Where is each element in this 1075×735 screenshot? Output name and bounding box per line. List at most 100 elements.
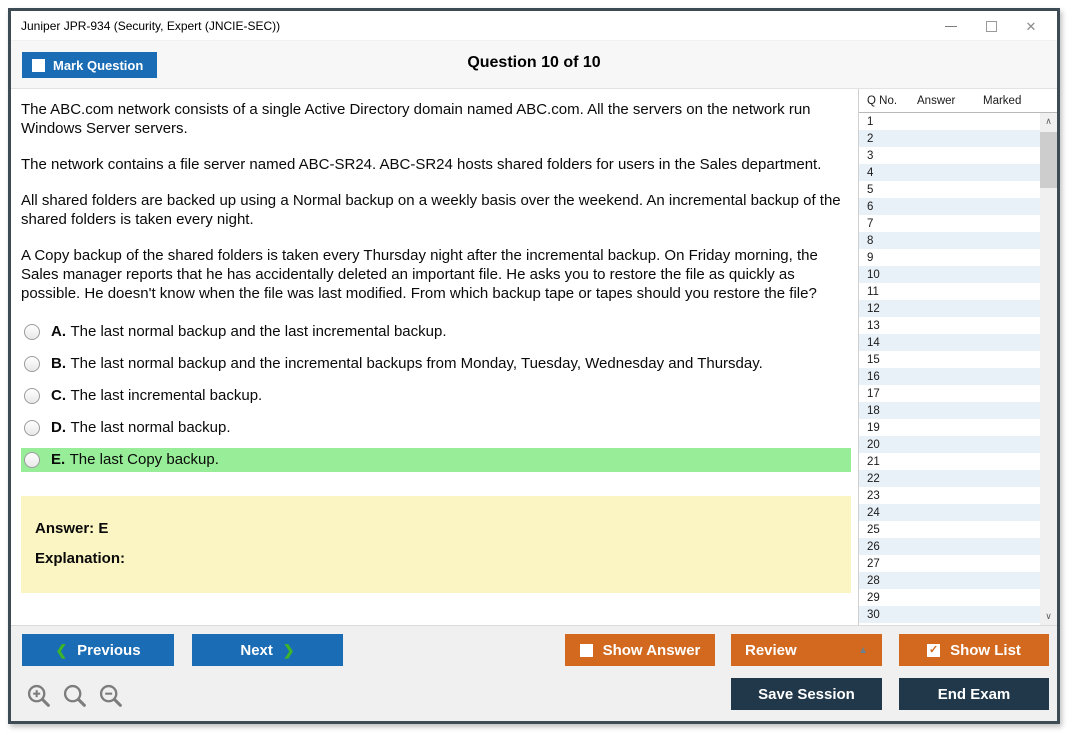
question-list-row[interactable]: 2 [859,130,1041,147]
question-list-cell-q_no: 11 [859,286,917,298]
question-list-cell-q_no: 3 [859,150,917,162]
show-answer-checkbox[interactable] [580,644,593,657]
question-list-row[interactable]: 9 [859,249,1041,266]
question-list-row[interactable]: 8 [859,232,1041,249]
show-answer-label: Show Answer [603,642,701,659]
answer-label: Answer: E [35,520,837,537]
question-list-row[interactable]: 6 [859,198,1041,215]
chevron-right-icon: ❯ [283,642,295,659]
show-answer-button[interactable]: Show Answer [565,634,715,666]
question-list-row[interactable]: 7 [859,215,1041,232]
question-list-row[interactable]: 3 [859,147,1041,164]
question-list-row[interactable]: 13 [859,317,1041,334]
question-list-scrollbar[interactable]: ∧ ∨ [1040,113,1057,625]
question-list-row[interactable]: 30 [859,606,1041,623]
question-list-cell-q_no: 30 [859,609,917,621]
zoom-in-icon[interactable] [25,682,53,710]
option-letter: D. [51,419,66,436]
question-list-row[interactable]: 10 [859,266,1041,283]
question-list-cell-q_no: 8 [859,235,917,247]
window-controls: ✕ [931,11,1051,41]
question-list-row[interactable]: 15 [859,351,1041,368]
question-list-row[interactable]: 5 [859,181,1041,198]
question-list-panel: Q No. Answer Marked 12345678910111213141… [858,89,1057,625]
previous-button[interactable]: ❮ Previous [22,634,174,666]
chevron-left-icon: ❮ [55,642,67,659]
review-label: Review [745,642,797,659]
question-list-cell-q_no: 16 [859,371,917,383]
option-e-highlighted[interactable]: E. The last Copy backup. [21,448,851,472]
question-list-cell-q_no: 9 [859,252,917,264]
end-exam-button[interactable]: End Exam [899,678,1049,710]
question-list-cell-q_no: 5 [859,184,917,196]
zoom-reset-icon[interactable] [61,682,89,710]
question-list-cell-q_no: 18 [859,405,917,417]
show-list-label: Show List [950,642,1021,659]
question-list-row[interactable]: 14 [859,334,1041,351]
question-counter: Question 10 of 10 [11,54,1057,72]
option-d[interactable]: D. The last normal backup. [21,416,851,440]
question-list-cell-q_no: 4 [859,167,917,179]
option-text: The last Copy backup. [70,451,219,468]
question-list-row[interactable]: 16 [859,368,1041,385]
question-list-cell-q_no: 19 [859,422,917,434]
question-list-row[interactable]: 29 [859,589,1041,606]
show-list-button[interactable]: ✓ Show List [899,634,1049,666]
save-session-button[interactable]: Save Session [731,678,882,710]
option-b[interactable]: B. The last normal backup and the increm… [21,352,851,376]
maximize-button[interactable] [971,12,1011,40]
question-list-row[interactable]: 20 [859,436,1041,453]
option-text: The last normal backup. [70,419,230,436]
question-list-header: Q No. Answer Marked [859,89,1057,113]
title-bar: Juniper JPR-934 (Security, Expert (JNCIE… [11,11,1057,41]
radio-button[interactable] [24,420,40,436]
minimize-button[interactable] [931,12,971,40]
question-list-row[interactable]: 25 [859,521,1041,538]
question-list-row[interactable]: 21 [859,453,1041,470]
question-list-row[interactable]: 24 [859,504,1041,521]
radio-button[interactable] [24,356,40,372]
question-paragraph: The ABC.com network consists of a single… [21,100,850,138]
next-button[interactable]: Next ❯ [192,634,343,666]
question-list-cell-q_no: 25 [859,524,917,536]
question-list-row[interactable]: 23 [859,487,1041,504]
end-exam-label: End Exam [938,686,1011,703]
question-list-row[interactable]: 26 [859,538,1041,555]
question-list-row[interactable]: 17 [859,385,1041,402]
check-icon: ✓ [929,645,938,656]
question-list-cell-q_no: 7 [859,218,917,230]
column-header-marked: Marked [983,95,1057,107]
question-list-row[interactable]: 12 [859,300,1041,317]
question-list-row[interactable]: 1 [859,113,1041,130]
column-header-qno: Q No. [859,95,917,107]
question-list-cell-q_no: 20 [859,439,917,451]
question-list-row[interactable]: 4 [859,164,1041,181]
question-list-row[interactable]: 18 [859,402,1041,419]
question-list-row[interactable]: 19 [859,419,1041,436]
question-list-cell-q_no: 24 [859,507,917,519]
scrollbar-thumb[interactable] [1040,132,1057,188]
question-list-row[interactable]: 11 [859,283,1041,300]
scroll-down-icon[interactable]: ∨ [1040,608,1057,625]
radio-button[interactable] [24,452,40,468]
question-list-row[interactable]: 27 [859,555,1041,572]
app-window: Juniper JPR-934 (Security, Expert (JNCIE… [8,8,1060,724]
radio-button[interactable] [24,324,40,340]
radio-button[interactable] [24,388,40,404]
review-dropdown-button[interactable]: Review ▲ [731,634,882,666]
option-text: The last normal backup and the last incr… [70,323,446,340]
question-list-cell-q_no: 29 [859,592,917,604]
question-paragraph: All shared folders are backed up using a… [21,191,850,229]
show-list-checkbox-checked[interactable]: ✓ [927,644,940,657]
question-list-row[interactable]: 28 [859,572,1041,589]
option-letter: C. [51,387,66,404]
zoom-out-icon[interactable] [97,682,125,710]
close-button[interactable]: ✕ [1011,12,1051,40]
question-list-row[interactable]: 22 [859,470,1041,487]
option-text: The last incremental backup. [70,387,262,404]
question-list-cell-q_no: 17 [859,388,917,400]
question-list-cell-q_no: 27 [859,558,917,570]
option-a[interactable]: A. The last normal backup and the last i… [21,320,851,344]
scroll-up-icon[interactable]: ∧ [1040,113,1057,130]
option-c[interactable]: C. The last incremental backup. [21,384,851,408]
